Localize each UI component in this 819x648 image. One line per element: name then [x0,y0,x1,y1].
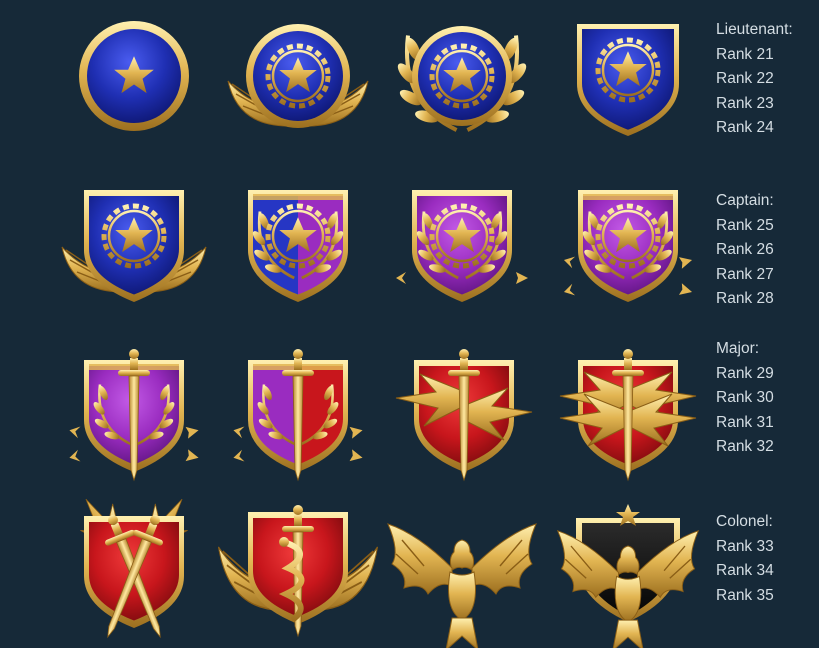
rank-label: Rank 28 [716,290,774,307]
rank-label: Rank 32 [716,438,774,455]
rank-label: Rank 24 [716,119,774,136]
tier-label-colonel: Colonel: Rank 33 Rank 34 Rank 35 [716,510,774,608]
rank-badges-chart: Lieutenant: Rank 21 Rank 22 Rank 23 Rank… [0,0,819,648]
rank-label: Rank 33 [716,537,774,555]
badge-rank-31 [395,348,533,481]
badge-rank-22 [227,24,369,128]
rank-label: Rank 29 [716,364,774,382]
badge-rank-27 [394,190,530,302]
badge-rank-28 [561,190,695,302]
rank-label: Rank 30 [716,389,774,406]
tier-label-lieutenant: Lieutenant: Rank 21 Rank 22 Rank 23 Rank… [716,18,793,141]
rank-label: Rank 27 [716,265,774,283]
rank-label: Rank 26 [716,241,774,258]
badge-rank-34 [217,504,379,637]
badge-rank-35-plus [557,504,699,648]
badge-rank-35 [387,523,537,648]
badge-rank-21 [79,21,189,131]
badge-rank-23 [395,26,530,130]
rank-label: Rank 22 [716,70,774,87]
tier-title: Lieutenant: [716,21,793,38]
tier-title: Captain: [716,192,774,209]
badges-canvas [61,21,699,648]
rank-label: Rank 21 [716,45,774,63]
rank-label: Rank 25 [716,216,774,234]
rank-label: Rank 23 [716,94,774,112]
badge-rank-24 [577,24,679,136]
tier-label-captain: Captain: Rank 25 Rank 26 Rank 27 Rank 28 [716,189,774,312]
badge-rank-33 [67,487,201,644]
rank-label: Rank 31 [716,413,774,431]
badge-rank-32 [559,348,697,481]
tier-title: Major: [716,340,760,357]
rank-label: Rank 34 [716,562,774,579]
tier-title: Colonel: [716,513,773,530]
badge-rank-29 [66,348,202,481]
badge-rank-25 [61,190,207,302]
tier-label-major: Major: Rank 29 Rank 30 Rank 31 Rank 32 [716,337,774,460]
rank-label: Rank 35 [716,586,774,604]
badge-rank-30 [230,348,366,481]
badge-rank-26 [248,190,348,302]
